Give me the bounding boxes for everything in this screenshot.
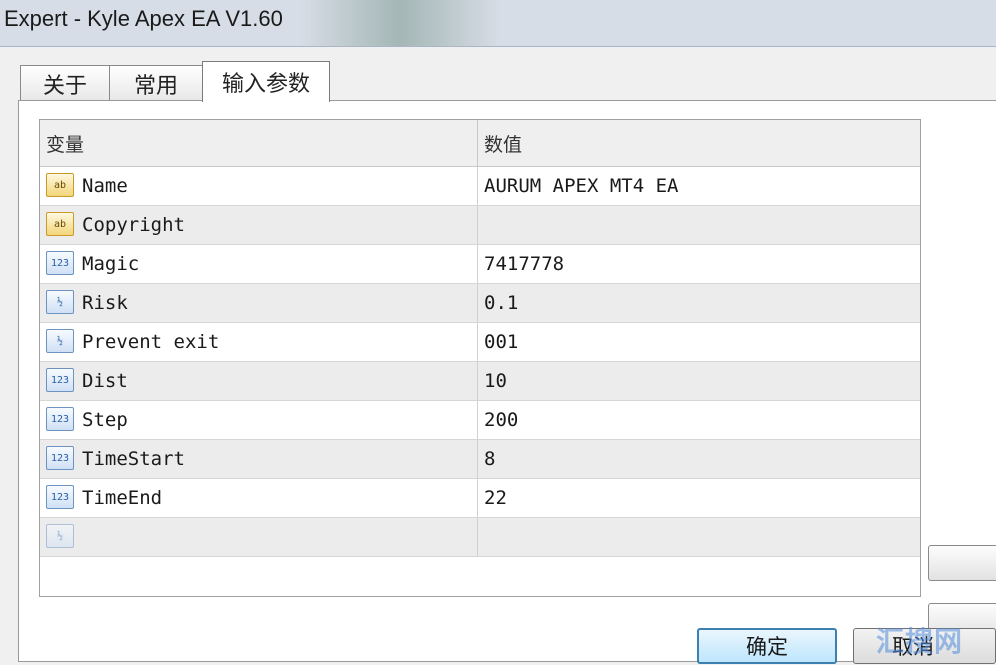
parameter-row-step[interactable]: 123 Step 200 [40,401,920,440]
cell-divider [477,206,478,244]
cell-divider [477,362,478,400]
parameter-value[interactable]: 10 [484,362,507,400]
cell-divider [477,284,478,322]
parameter-value[interactable]: 8 [484,440,495,478]
parameter-row-prevent-exit[interactable]: ½ Prevent exit 001 [40,323,920,362]
parameter-row-name[interactable]: ab Name AURUM APEX MT4 EA [40,167,920,206]
inputs-tab-panel: 变量 数值 ab Name AURUM APEX MT4 EA ab Copyr… [18,100,996,662]
parameter-name: Dist [82,370,128,392]
parameter-value[interactable]: 200 [484,401,518,439]
parameter-name: Prevent exit [82,331,220,353]
parameter-name: TimeEnd [82,487,163,509]
parameter-row-hidden[interactable]: ½ [40,518,920,557]
parameter-value[interactable]: 7417778 [484,245,564,283]
integer-type-icon: 123 [46,251,74,275]
double-type-icon: ½ [46,290,74,314]
parameter-value[interactable]: AURUM APEX MT4 EA [484,167,678,205]
integer-type-icon: 123 [46,485,74,509]
parameter-row-timeend[interactable]: 123 TimeEnd 22 [40,479,920,518]
cell-divider [477,401,478,439]
integer-type-icon: 123 [46,368,74,392]
parameter-row-copyright[interactable]: ab Copyright [40,206,920,245]
parameter-row-dist[interactable]: 123 Dist 10 [40,362,920,401]
text-type-icon: ab [46,173,74,197]
tab-about[interactable]: 关于 [20,65,110,102]
integer-type-icon: 123 [46,407,74,431]
parameter-row-magic[interactable]: 123 Magic 7417778 [40,245,920,284]
text-type-icon: ab [46,212,74,236]
titlebar-glow [300,0,500,46]
parameter-value[interactable]: 22 [484,479,507,517]
site-watermark: 汇搜网 [876,625,964,658]
parameter-value[interactable]: 001 [484,323,518,361]
ok-button[interactable]: 确定 [697,628,837,664]
parameter-name: Magic [82,253,140,275]
grid-header: 变量 数值 [40,120,920,167]
column-header-variable[interactable]: 变量 [40,120,476,166]
parameter-row-timestart[interactable]: 123 TimeStart 8 [40,440,920,479]
cell-divider [477,518,478,556]
cell-divider [477,440,478,478]
cell-divider [477,245,478,283]
cell-divider [477,167,478,205]
cell-divider [477,479,478,517]
parameters-grid: 变量 数值 ab Name AURUM APEX MT4 EA ab Copyr… [39,119,921,597]
expert-properties-dialog: 关于 常用 输入参数 变量 数值 ab Name AURUM APEX MT4 … [0,47,996,665]
parameter-value[interactable]: 0.1 [484,284,518,322]
window-titlebar: Expert - Kyle Apex EA V1.60 [0,0,996,47]
tab-common[interactable]: 常用 [109,65,203,102]
cell-divider [477,323,478,361]
window-title: Expert - Kyle Apex EA V1.60 [4,6,283,31]
parameter-name: TimeStart [82,448,185,470]
parameter-name: Copyright [82,214,185,236]
tab-inputs[interactable]: 输入参数 [202,61,330,102]
parameter-name: Risk [82,292,128,314]
double-type-icon: ½ [46,329,74,353]
double-type-icon: ½ [46,524,74,548]
parameter-name: Step [82,409,128,431]
load-button[interactable] [928,545,996,581]
parameter-row-risk[interactable]: ½ Risk 0.1 [40,284,920,323]
parameter-name: Name [82,175,128,197]
integer-type-icon: 123 [46,446,74,470]
column-header-value[interactable]: 数值 [478,120,920,166]
